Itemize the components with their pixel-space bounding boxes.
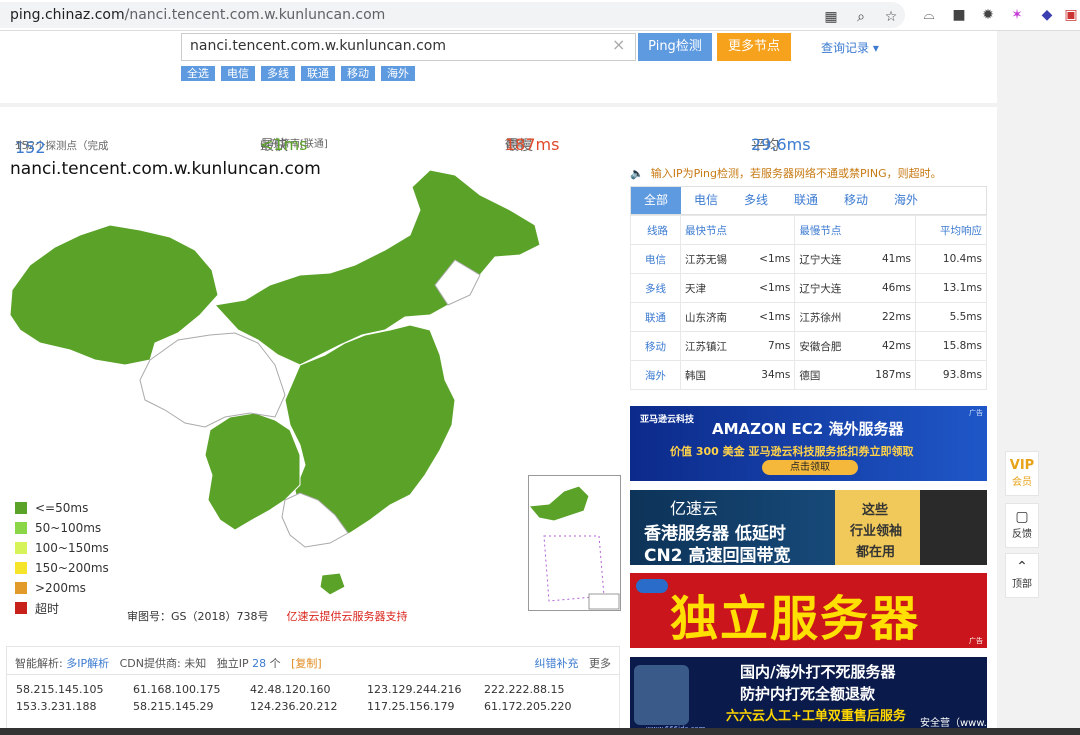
summary-stats: 152个探测点（完成 152 个) 最快 山东济南[联通] <1ms 最慢 德国 1…	[0, 107, 997, 157]
tab-telecom[interactable]: 电信	[681, 187, 731, 214]
robot-icon	[634, 665, 689, 725]
legend-item: 150~200ms	[15, 558, 109, 578]
legend-item: 50~100ms	[15, 518, 109, 538]
filter-mobile[interactable]: 移动	[341, 66, 375, 81]
ad-dedicated-server[interactable]: 独立服务器 广告	[630, 573, 987, 648]
line-summary-table: 线路 最快节点 最慢节点 平均响应 电信 江苏无锡 <1ms 辽宁大连 41ms 1…	[630, 215, 987, 390]
correct-link[interactable]: 纠错补充	[535, 657, 579, 670]
extension-star-icon[interactable]: ✶	[1008, 6, 1026, 24]
map-credit: 审图号：GS（2018）738号 亿速云提供云服务器支持	[127, 610, 408, 623]
badge-icon	[636, 579, 668, 593]
main-content: nanci.tencent.com.w.kunluncan.com <=50ms…	[0, 155, 997, 735]
query-log-link[interactable]: 查询记录 ▾	[821, 39, 879, 56]
filter-telecom[interactable]: 电信	[221, 66, 255, 81]
more-nodes-button[interactable]: 更多节点	[717, 33, 791, 61]
legend-item: >200ms	[15, 578, 109, 598]
filter-unicom[interactable]: 联通	[301, 66, 335, 81]
notice-text: 🔈 输入IP为Ping检测，若服务器网络不通或禁PING，则超时。	[630, 167, 942, 180]
speaker-icon: 🔈	[630, 167, 644, 180]
tab-overseas[interactable]: 海外	[881, 187, 931, 214]
map-title: nanci.tencent.com.w.kunluncan.com	[10, 159, 321, 179]
page: nanci.tencent.com.w.kunluncan.com × Ping…	[0, 31, 1080, 735]
ip-item[interactable]: 58.215.145.29	[133, 700, 250, 713]
extension-gear-icon[interactable]: ✹	[979, 6, 997, 24]
extension-game-icon[interactable]: ■	[950, 6, 968, 24]
ad-yisu-hk[interactable]: 亿速云 香港服务器 低延时 CN2 高速回国带宽 这些 行业领袖 都在用	[630, 490, 987, 565]
south-china-sea-inset	[528, 475, 621, 611]
ip-item[interactable]: 123.129.244.216	[367, 683, 484, 696]
tab-multiline[interactable]: 多线	[731, 187, 781, 214]
arrow-up-icon: ⌃	[1016, 559, 1028, 575]
more-link[interactable]: 更多	[589, 657, 611, 670]
table-row: 移动 江苏镇江 7ms 安徽合肥 42ms 15.8ms	[630, 331, 987, 361]
address-bar[interactable]: ping.chinaz.com/nanci.tencent.com.w.kunl…	[0, 2, 905, 28]
map-region-tibet	[139, 332, 286, 428]
search-card: nanci.tencent.com.w.kunluncan.com × Ping…	[0, 31, 997, 103]
back-to-top-button[interactable]: ⌃ 顶部	[1005, 553, 1039, 598]
extension-hat-icon[interactable]: ⌓	[920, 6, 938, 24]
browser-toolbar: ping.chinaz.com/nanci.tencent.com.w.kunl…	[0, 0, 1080, 31]
zoom-icon[interactable]: ⌕	[852, 8, 870, 26]
ip-item[interactable]: 153.3.231.188	[16, 700, 133, 713]
ip-list: 58.215.145.105 61.168.100.175 42.48.120.…	[7, 675, 619, 721]
ip-item[interactable]: 58.215.145.105	[16, 683, 133, 696]
extension-badge-icon[interactable]: ◆	[1038, 6, 1056, 24]
bookmark-star-icon[interactable]: ☆	[882, 8, 900, 26]
people-photo	[920, 490, 987, 565]
tab-mobile[interactable]: 移动	[831, 187, 881, 214]
legend-item: 100~150ms	[15, 538, 109, 558]
search-input[interactable]: nanci.tencent.com.w.kunluncan.com	[181, 33, 636, 61]
vip-button[interactable]: VIP 会员	[1005, 451, 1039, 496]
table-row: 海外 韩国 34ms 德国 187ms 93.8ms	[630, 360, 987, 390]
ip-item[interactable]: 61.168.100.175	[133, 683, 250, 696]
feedback-button[interactable]: ▢ 反馈	[1005, 503, 1039, 548]
qr-code-icon[interactable]: ▦	[822, 8, 840, 26]
filter-all[interactable]: 全选	[181, 66, 215, 81]
extension-clip-icon[interactable]: ▣	[1062, 6, 1080, 24]
ip-item[interactable]: 117.25.156.179	[367, 700, 484, 713]
legend-item: <=50ms	[15, 498, 109, 518]
filter-chips: 全选 电信 多线 联通 移动 海外	[181, 66, 415, 81]
table-row: 电信 江苏无锡 <1ms 辽宁大连 41ms 10.4ms	[630, 244, 987, 274]
sponsor-link[interactable]: 亿速云提供云服务器支持	[287, 610, 408, 623]
table-row: 多线 天津 <1ms 辽宁大连 46ms 13.1ms	[630, 273, 987, 303]
tab-unicom[interactable]: 联通	[781, 187, 831, 214]
taskbar: 安全营（www.	[0, 718, 1080, 735]
ip-item[interactable]: 124.236.20.212	[250, 700, 367, 713]
ip-panel: 智能解析: 多IP解析 CDN提供商: 未知 独立IP 28 个 [复制] 纠错…	[6, 646, 620, 731]
ip-item[interactable]: 42.48.120.160	[250, 683, 367, 696]
url-text[interactable]: ping.chinaz.com/nanci.tencent.com.w.kunl…	[10, 7, 385, 23]
filter-overseas[interactable]: 海外	[381, 66, 415, 81]
filter-multiline[interactable]: 多线	[261, 66, 295, 81]
feedback-icon: ▢	[1015, 509, 1029, 525]
table-row: 联通 山东济南 <1ms 江苏徐州 22ms 5.5ms	[630, 302, 987, 332]
claim-button[interactable]: 点击领取	[762, 460, 858, 475]
ip-panel-header: 智能解析: 多IP解析 CDN提供商: 未知 独立IP 28 个 [复制] 纠错…	[7, 647, 619, 675]
copy-button[interactable]: [复制]	[291, 657, 322, 670]
multi-ip-link[interactable]: 多IP解析	[66, 657, 109, 670]
inset-map	[528, 485, 620, 610]
clear-icon[interactable]: ×	[612, 35, 625, 54]
ip-item[interactable]: 222.222.88.15	[484, 683, 601, 696]
map-legend: <=50ms 50~100ms 100~150ms 150~200ms >200…	[15, 498, 109, 618]
ad-amazon-ec2[interactable]: 亚马逊云科技 AMAZON EC2 海外服务器 价值 300 美金 亚马逊云科技…	[630, 406, 987, 481]
table-header: 线路 最快节点 最慢节点 平均响应	[630, 215, 987, 245]
ping-button[interactable]: Ping检测	[638, 33, 712, 61]
line-tabs: 全部 电信 多线 联通 移动 海外	[630, 186, 987, 215]
tab-all[interactable]: 全部	[631, 187, 681, 214]
ip-item[interactable]: 61.172.205.220	[484, 700, 601, 713]
legend-item: 超时	[15, 598, 109, 618]
map-region-hainan	[319, 572, 346, 596]
vip-icon: VIP	[1009, 458, 1035, 473]
